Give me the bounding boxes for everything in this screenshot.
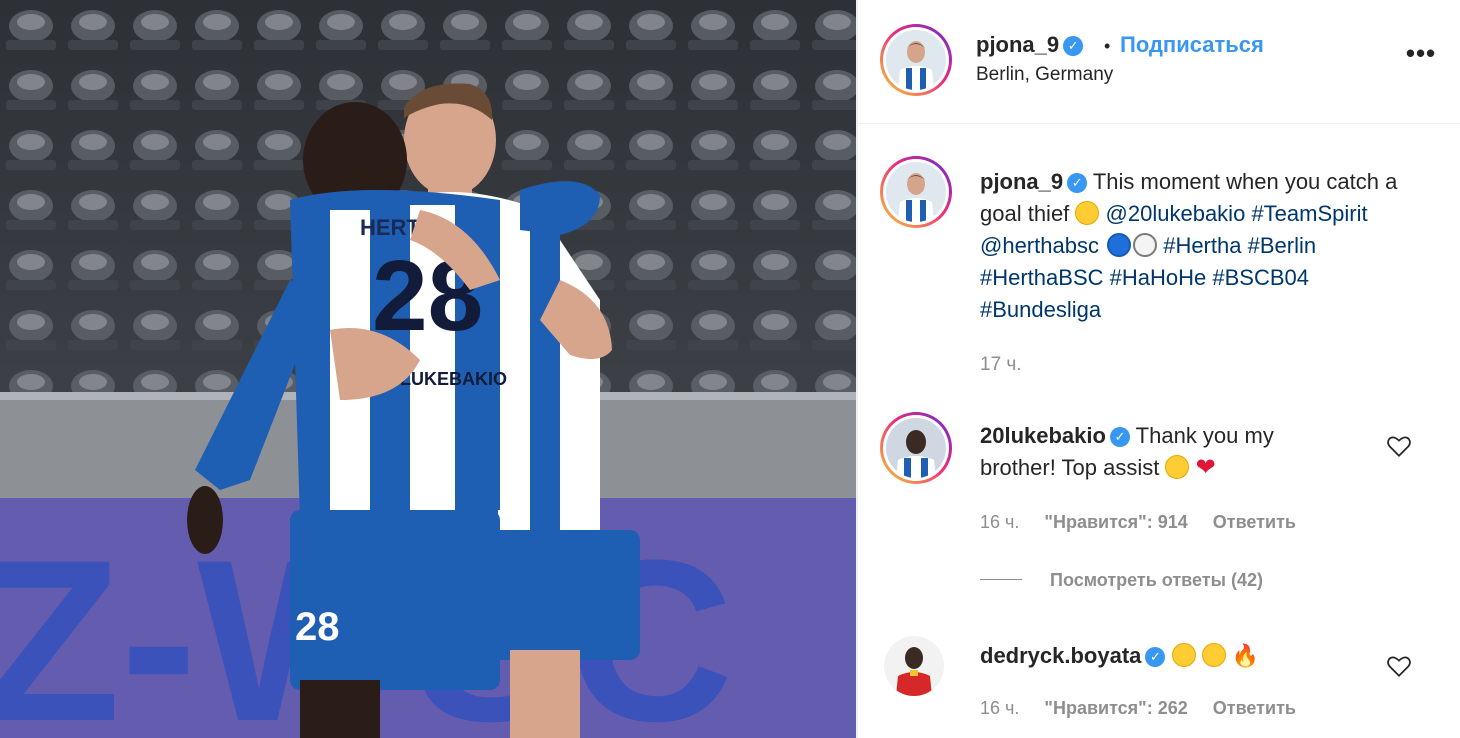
replies-line — [980, 579, 1022, 580]
hashtag-herthabsc[interactable]: #HerthaBSC — [980, 265, 1104, 290]
comment-timestamp[interactable]: 16 ч. — [980, 698, 1019, 718]
like-comment-heart-icon[interactable] — [1386, 654, 1412, 678]
white-circle-emoji-icon — [1133, 233, 1158, 257]
more-options-icon[interactable]: ••• — [1404, 40, 1438, 70]
red-heart-emoji-icon: ❤ — [1195, 454, 1216, 481]
comment-avatar-dedryck-boyata[interactable] — [884, 636, 944, 696]
follow-button[interactable]: Подписаться — [1120, 32, 1264, 58]
comment-timestamp[interactable]: 16 ч. — [980, 512, 1019, 532]
caption-username[interactable]: pjona_9 — [980, 169, 1063, 194]
tears-of-joy-emoji-icon — [1165, 455, 1190, 479]
author-avatar-image — [886, 30, 946, 90]
post-header: pjona_9 ✓ • Подписаться Berlin, Germany •… — [858, 0, 1460, 124]
grinning-sweat-emoji-icon — [1075, 201, 1100, 225]
mention-herthabsc[interactable]: @herthabsc — [980, 233, 1099, 258]
comment-username[interactable]: dedryck.boyata — [980, 643, 1141, 668]
caption-verified-badge-icon: ✓ — [1067, 173, 1088, 193]
reply-button[interactable]: Ответить — [1213, 698, 1296, 718]
comment-likes-count[interactable]: "Нравится": 262 — [1044, 698, 1187, 718]
post-photo[interactable]: Z-WSC HERTHA 28 LUKEBAKIO — [0, 0, 856, 738]
hashtag-berlin[interactable]: #Berlin — [1248, 233, 1316, 258]
comment-username[interactable]: 20lukebakio — [980, 423, 1106, 448]
like-comment-heart-icon[interactable] — [1386, 434, 1412, 458]
comment-avatar-image — [884, 636, 944, 696]
hashtag-hahohe[interactable]: #HaHoHe — [1110, 265, 1207, 290]
view-replies-label[interactable]: Посмотреть ответы (42) — [1050, 570, 1263, 590]
blue-circle-emoji-icon — [1107, 233, 1132, 257]
hashtag-bscb04[interactable]: #BSCB04 — [1212, 265, 1309, 290]
hashtag-hertha[interactable]: #Hertha — [1163, 233, 1241, 258]
post-location[interactable]: Berlin, Germany — [976, 64, 1113, 86]
tears-of-joy-emoji-icon — [1201, 643, 1226, 667]
fire-emoji-icon: 🔥 — [1231, 643, 1260, 668]
comment-verified-badge-icon: ✓ — [1109, 427, 1130, 447]
comment-meta: 16 ч. "Нравится": 262 Ответить — [980, 698, 1316, 719]
post-sidebar: pjona_9 ✓ • Подписаться Berlin, Germany •… — [858, 0, 1460, 738]
svg-text:28: 28 — [295, 605, 340, 649]
reply-button[interactable]: Ответить — [1213, 512, 1296, 532]
comment-avatar-image — [886, 418, 946, 478]
author-username-text[interactable]: pjona_9 — [976, 32, 1059, 57]
post-caption: pjona_9 ✓ This moment when you catch a go… — [980, 166, 1400, 326]
hashtag-teamspirit[interactable]: #TeamSpirit — [1251, 201, 1367, 226]
hashtag-bundesliga[interactable]: #Bundesliga — [980, 297, 1101, 322]
comment-item: dedryck.boyata ✓ 🔥 — [980, 640, 1340, 672]
author-username[interactable]: pjona_9 ✓ — [976, 32, 1084, 58]
comment-item: 20lukebakio ✓ Thank you my brother! Top a… — [980, 420, 1340, 484]
comment-likes-count[interactable]: "Нравится": 914 — [1044, 512, 1187, 532]
caption-timestamp[interactable]: 17 ч. — [980, 354, 1022, 376]
svg-text:LUKEBAKIO: LUKEBAKIO — [400, 369, 507, 389]
tears-of-joy-emoji-icon — [1171, 643, 1196, 667]
comment-avatar-20lukebakio[interactable] — [880, 412, 952, 484]
comment-verified-badge-icon: ✓ — [1145, 647, 1166, 667]
caption-author-avatar[interactable] — [880, 156, 952, 228]
view-replies-button[interactable]: Посмотреть ответы (42) — [980, 570, 1263, 591]
mention-20lukebakio[interactable]: @20lukebakio — [1106, 201, 1246, 226]
caption-avatar-image — [886, 162, 946, 222]
author-avatar[interactable] — [880, 24, 952, 96]
comment-meta: 16 ч. "Нравится": 914 Ответить — [980, 512, 1316, 533]
verified-badge-icon: ✓ — [1063, 36, 1084, 56]
post-image: Z-WSC HERTHA 28 LUKEBAKIO — [0, 0, 856, 738]
header-separator: • — [1104, 36, 1111, 56]
